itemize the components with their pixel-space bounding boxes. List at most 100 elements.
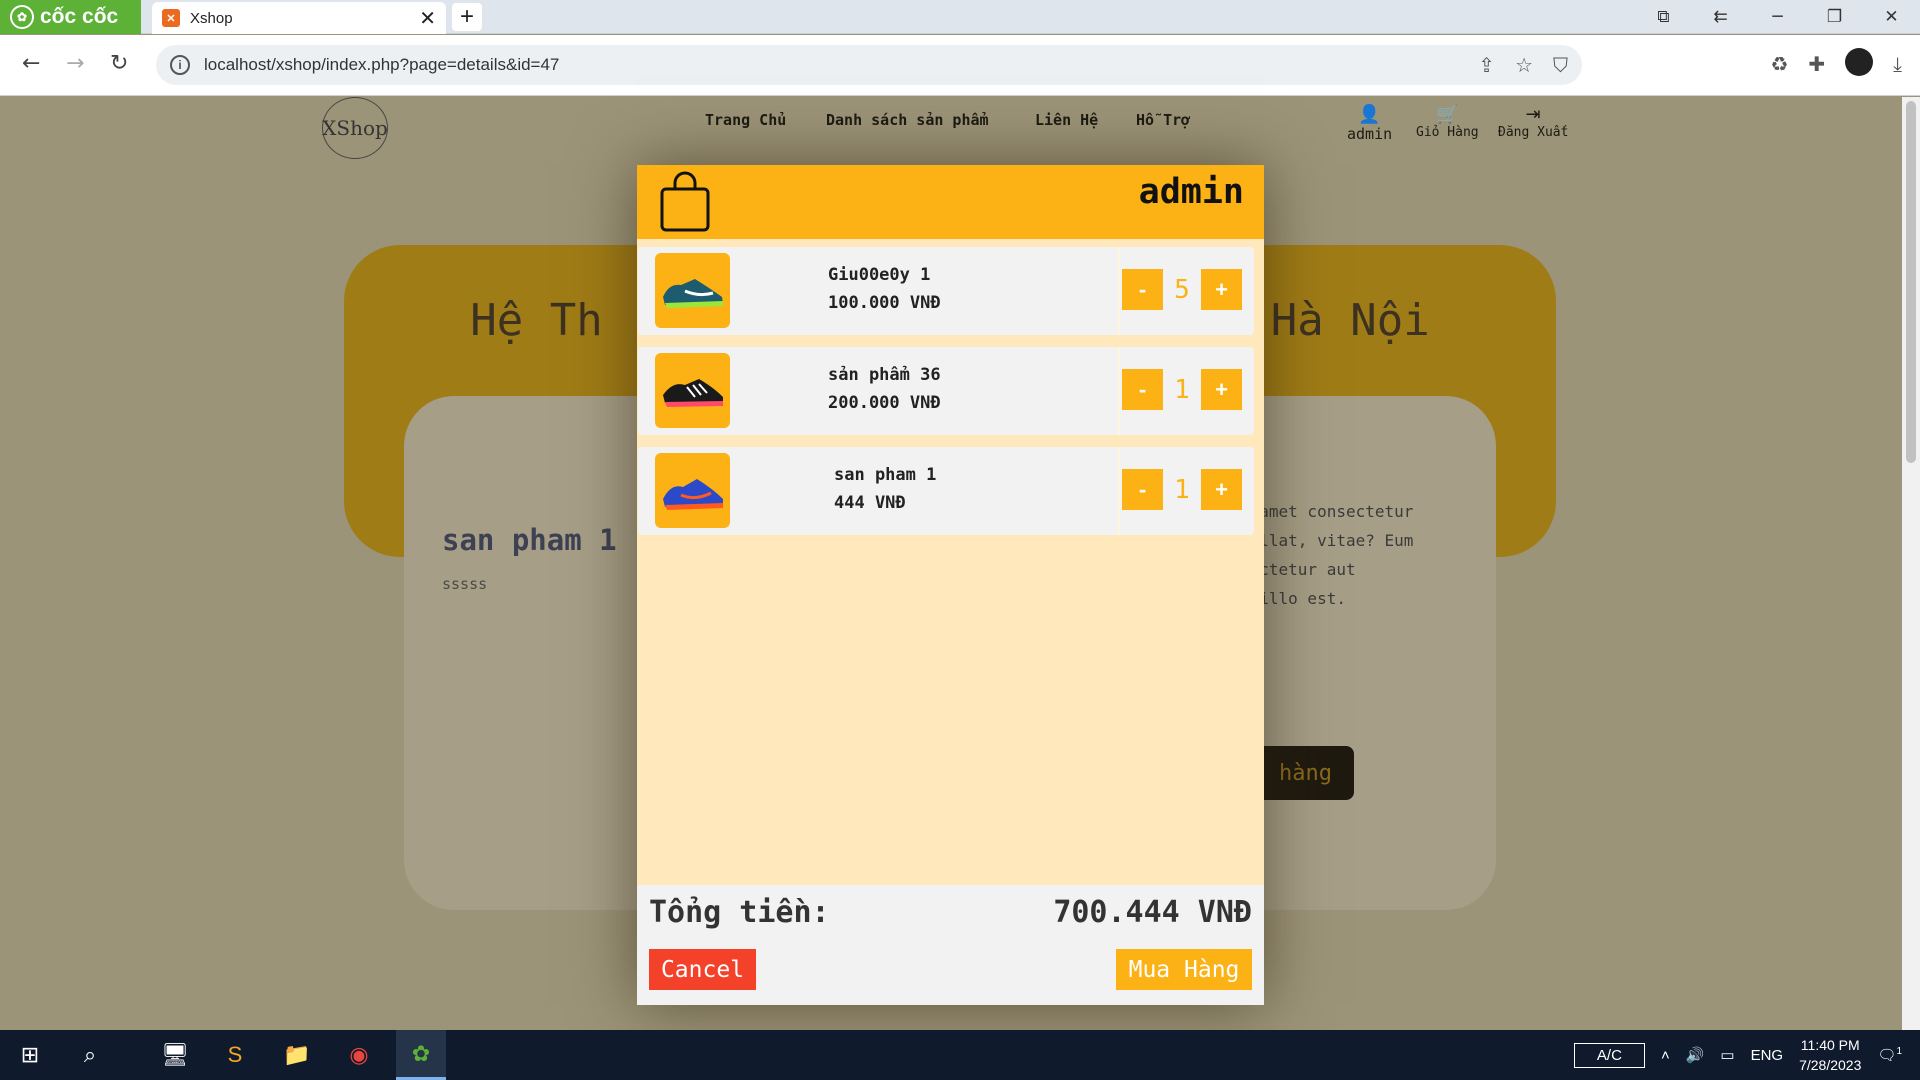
shoe-image-icon xyxy=(663,279,723,308)
profile-avatar[interactable] xyxy=(1845,48,1874,76)
clock-date: 7/28/2023 xyxy=(1799,1057,1862,1073)
decrease-qty-button[interactable]: - xyxy=(1122,469,1163,510)
volume-icon[interactable]: 🔊 xyxy=(1686,1046,1705,1064)
nav-contact[interactable]: Liên Hệ xyxy=(1035,111,1098,129)
coccoc-taskbar-icon[interactable]: ✿ xyxy=(396,1030,446,1080)
url-field[interactable]: i localhost/xshop/index.php?page=details… xyxy=(156,45,1582,85)
cart-modal-header: admin xyxy=(637,165,1264,239)
back-arrow-icon[interactable]: ← xyxy=(22,51,40,76)
browser-tab-bar: ✿ cốc cốc ✕ Xshop ✕ + ⧉ ⇇ ─ ❐ ✕ xyxy=(0,0,1920,34)
increase-qty-button[interactable]: + xyxy=(1201,469,1242,510)
chevron-up-icon[interactable]: ˄ xyxy=(1661,1047,1670,1064)
new-tab-button[interactable]: + xyxy=(452,3,482,31)
browser-brand-label: cốc cốc xyxy=(40,5,119,28)
clock-time: 11:40 PM xyxy=(1800,1037,1860,1053)
logout-icon: ⇥ xyxy=(1525,104,1541,125)
checkout-button[interactable]: Mua Hàng xyxy=(1116,949,1252,990)
download-icon[interactable]: ⤓ xyxy=(1893,52,1902,76)
forward-arrow-icon[interactable]: → xyxy=(66,51,84,76)
total-value: 700.444 VNĐ xyxy=(1053,895,1252,930)
cart-item-info: sản phẩm 36 200.000 VNĐ xyxy=(828,361,1018,417)
xampp-favicon-icon: ✕ xyxy=(162,9,180,27)
battery-icon[interactable]: ▭ xyxy=(1720,1046,1734,1064)
total-label: Tổng tiền: xyxy=(649,895,830,930)
cart-item-price: 100.000 VNĐ xyxy=(828,293,941,313)
cart-link[interactable]: 🛒 Giỏ Hàng xyxy=(1416,105,1479,141)
cancel-button[interactable]: Cancel xyxy=(649,949,756,990)
quantity-value: 1 xyxy=(1174,474,1190,505)
page-scrollbar[interactable] xyxy=(1902,97,1920,1030)
cart-item: Giu00e0y 1 100.000 VNĐ - 5 + xyxy=(638,247,1254,335)
nav-home[interactable]: Trang Chủ xyxy=(705,111,786,129)
product-thumbnail xyxy=(655,253,730,328)
chrome-icon[interactable]: ◉ xyxy=(334,1030,384,1080)
lorem-line: s illo est. xyxy=(1240,589,1346,608)
cart-item-name: sản phẩm 36 xyxy=(828,365,941,385)
bookmark-star-icon[interactable]: ☆ xyxy=(1515,53,1533,77)
windows-taskbar: ⊞ ⌕ 🖥 S 📁 ◉ ✿ A/C ˄ 🔊 ▭ ENG 11:40 PM 7/2… xyxy=(0,1030,1920,1080)
divider xyxy=(1118,247,1120,335)
system-clock[interactable]: 11:40 PM 7/28/2023 xyxy=(1799,1035,1861,1075)
search-icon[interactable]: ⌕ xyxy=(65,1030,115,1080)
logout-link[interactable]: ⇥ Đăng Xuất xyxy=(1498,104,1568,141)
recycle-icon[interactable]: ♻ xyxy=(1770,52,1788,76)
restore-button[interactable]: ❐ xyxy=(1806,7,1863,27)
shield-icon[interactable]: ⛉ xyxy=(1553,53,1568,77)
product-thumbnail xyxy=(655,453,730,528)
cart-item-name: san pham 1 xyxy=(834,465,937,485)
control-panel-icon[interactable]: 🖥 xyxy=(150,1030,200,1080)
banner-title-left: Hệ Th xyxy=(470,295,603,346)
windows-start-icon[interactable]: ⊞ xyxy=(5,1030,55,1080)
tab-close-icon[interactable]: ✕ xyxy=(419,6,436,31)
banner-title-right: Hà Nội xyxy=(1270,295,1430,346)
increase-qty-button[interactable]: + xyxy=(1201,269,1242,310)
close-window-button[interactable]: ✕ xyxy=(1863,7,1920,27)
shoe-image-icon xyxy=(663,479,723,510)
minimize-button[interactable]: ─ xyxy=(1749,7,1806,27)
url-actions: ⇪ ☆ ⛉ xyxy=(1478,53,1568,77)
divider xyxy=(1118,347,1120,435)
scrollbar-thumb[interactable] xyxy=(1906,101,1916,463)
cart-modal-footer: Tổng tiền: 700.444 VNĐ Cancel Mua Hàng xyxy=(637,885,1264,1005)
site-logo[interactable]: XShop xyxy=(322,97,388,159)
nav-products[interactable]: Danh sách sản phẩm xyxy=(826,111,989,129)
browser-brand[interactable]: ✿ cốc cốc xyxy=(0,0,141,34)
file-explorer-icon[interactable]: 📁 xyxy=(272,1030,322,1080)
cart-item: san pham 1 444 VNĐ - 1 + xyxy=(638,447,1254,535)
cart-item: sản phẩm 36 200.000 VNĐ - 1 + xyxy=(638,347,1254,435)
cart-label: Giỏ Hàng xyxy=(1416,125,1479,140)
share-icon[interactable]: ⇪ xyxy=(1478,53,1495,77)
extensions-puzzle-icon[interactable]: ✚ xyxy=(1808,52,1825,76)
product-name: san pham 1 xyxy=(442,523,617,557)
cart-item-info: Giu00e0y 1 100.000 VNĐ xyxy=(828,261,1018,317)
user-account-label: admin xyxy=(1347,125,1393,143)
browser-tab[interactable]: ✕ Xshop ✕ xyxy=(152,2,446,34)
shoe-image-icon xyxy=(663,379,723,407)
user-icon: 👤 xyxy=(1358,104,1381,125)
back-list-icon[interactable]: ⇇ xyxy=(1692,7,1749,27)
quantity-value: 1 xyxy=(1174,374,1190,405)
site-info-icon[interactable]: i xyxy=(170,55,190,75)
language-indicator[interactable]: ENG xyxy=(1751,1047,1784,1064)
cart-item-name: Giu00e0y 1 xyxy=(828,265,931,285)
shopping-bag-icon xyxy=(660,171,710,232)
decrease-qty-button[interactable]: - xyxy=(1122,269,1163,310)
screen-capture-icon[interactable]: ⧉ xyxy=(1635,7,1692,27)
nav-support[interactable]: Hỗ Trợ xyxy=(1136,111,1190,129)
cart-item-price: 200.000 VNĐ xyxy=(828,393,941,413)
cart-item-price: 444 VNĐ xyxy=(834,493,906,513)
reload-icon[interactable]: ↻ xyxy=(110,51,128,76)
user-account-link[interactable]: 👤 admin xyxy=(1347,104,1393,144)
product-thumbnail xyxy=(655,353,730,428)
address-bar-row: ← → ↻ i localhost/xshop/index.php?page=d… xyxy=(0,35,1920,96)
ac-indicator[interactable]: A/C xyxy=(1573,1042,1645,1068)
decrease-qty-button[interactable]: - xyxy=(1122,369,1163,410)
coccoc-logo-icon: ✿ xyxy=(10,5,34,29)
increase-qty-button[interactable]: + xyxy=(1201,369,1242,410)
cart-modal: admin Giu00e0y 1 100.000 VNĐ - 5 + sản p… xyxy=(637,165,1264,1005)
tab-title: Xshop xyxy=(190,9,233,27)
sublime-text-icon[interactable]: S xyxy=(210,1030,260,1080)
quantity-value: 5 xyxy=(1174,274,1190,305)
window-controls: ⧉ ⇇ ─ ❐ ✕ xyxy=(1635,0,1920,34)
notification-icon[interactable]: 🗨1 xyxy=(1877,1046,1902,1064)
